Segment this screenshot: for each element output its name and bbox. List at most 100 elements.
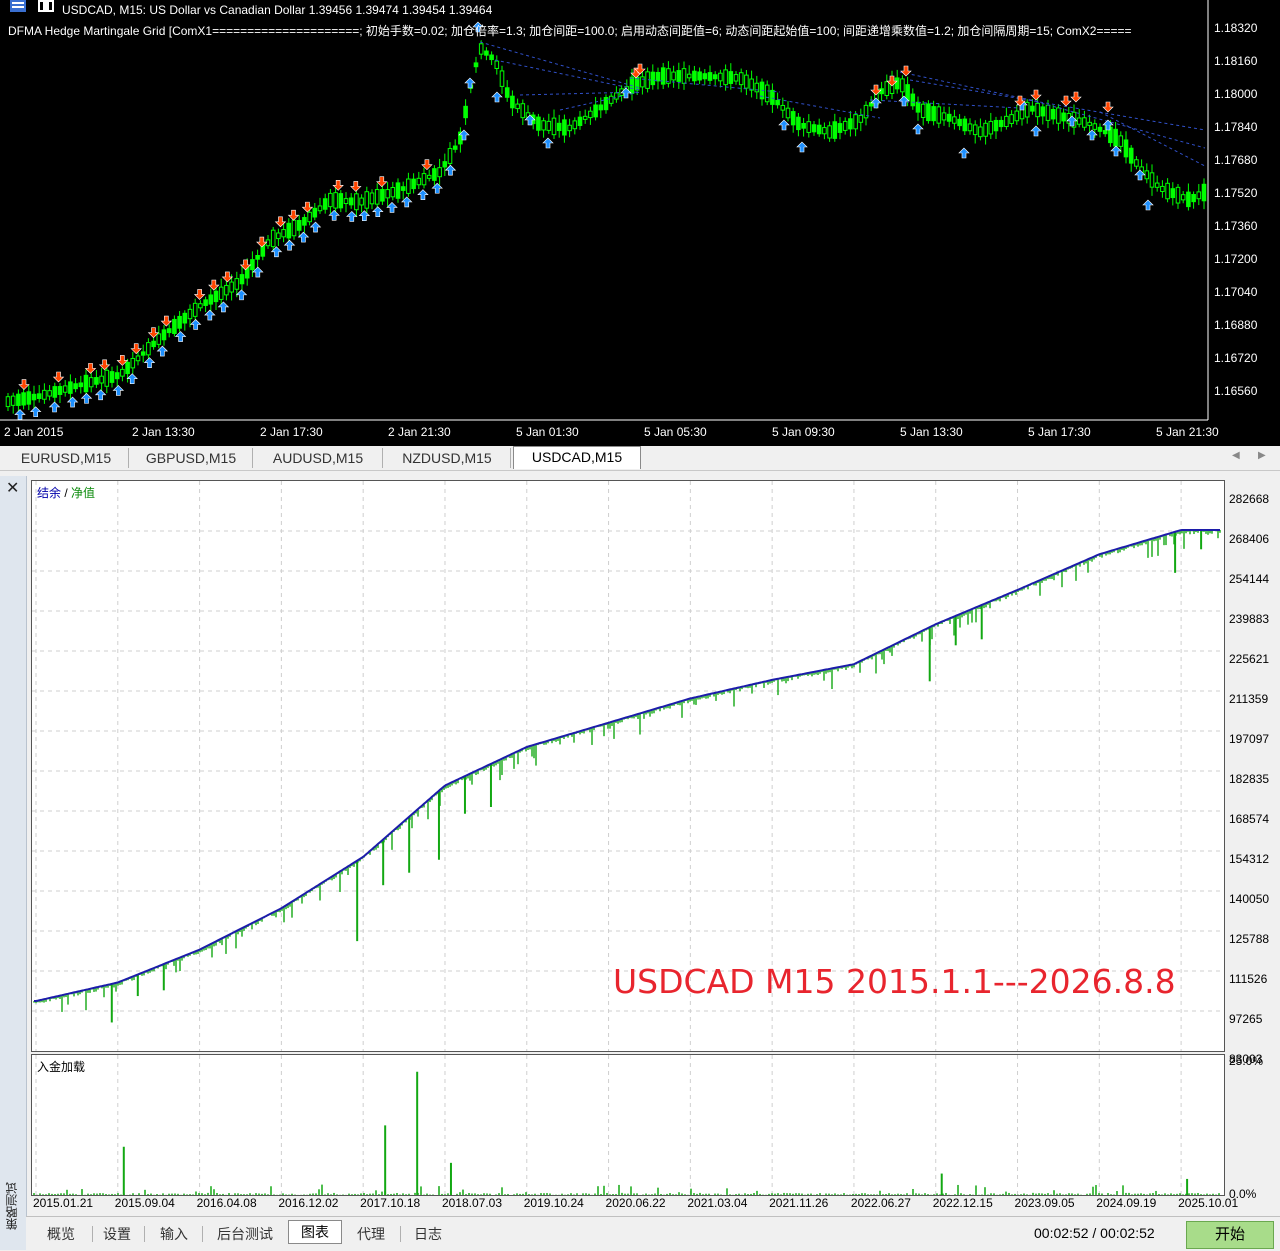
- candle: [1061, 108, 1066, 130]
- candle: [489, 51, 494, 66]
- buy-arrow-icon: [1110, 145, 1122, 157]
- candle: [203, 296, 208, 313]
- candle: [811, 121, 817, 136]
- date-axis-label: 2021.11.26: [769, 1196, 829, 1210]
- tab-journal[interactable]: 日志: [402, 1223, 454, 1245]
- tab-overview[interactable]: 概览: [32, 1223, 90, 1245]
- ea-status-icon[interactable]: [38, 0, 54, 12]
- candle: [359, 194, 364, 213]
- price-chart[interactable]: USDCAD, M15: US Dollar vs Canadian Dolla…: [0, 0, 1280, 446]
- tester-side-strip: ✕ 策略测试: [0, 476, 27, 1250]
- candle: [650, 64, 656, 90]
- candle: [520, 99, 526, 125]
- tab-scroll-left-icon[interactable]: ◀: [1232, 450, 1240, 461]
- close-icon[interactable]: ✕: [6, 478, 19, 498]
- tab-separator: [92, 1226, 93, 1242]
- equity-axis-label: 268406: [1229, 532, 1270, 546]
- tab-inputs[interactable]: 输入: [148, 1223, 200, 1245]
- date-axis-label: 2019.10.24: [523, 1196, 584, 1210]
- candle: [515, 98, 520, 113]
- candle: [114, 365, 120, 387]
- strategy-tester-label: 策略测试: [5, 1182, 19, 1230]
- time-axis-label: 5 Jan 17:30: [1028, 425, 1091, 439]
- price-axis-label: 1.16880: [1214, 318, 1258, 332]
- candle: [198, 300, 203, 312]
- candle: [109, 366, 115, 388]
- sell-arrow-icon: [221, 271, 234, 283]
- sell-arrow-icon: [376, 176, 388, 188]
- candle: [99, 368, 104, 392]
- tab-usdcad[interactable]: USDCAD,M15: [513, 446, 641, 469]
- candle: [946, 106, 952, 128]
- candle: [1128, 145, 1134, 172]
- buy-arrow-icon: [386, 201, 398, 213]
- backtest-caption: USDCAD M15 2015.1.1---2026.8.8: [613, 962, 1176, 1001]
- candle: [988, 112, 994, 140]
- price-axis-label: 1.18000: [1214, 87, 1258, 101]
- tab-audusd[interactable]: AUDUSD,M15: [254, 448, 383, 468]
- candle: [276, 228, 281, 247]
- candle: [130, 351, 136, 374]
- candle: [1009, 110, 1014, 128]
- candle: [36, 385, 42, 403]
- price-axis-label: 1.17200: [1214, 252, 1258, 266]
- legend-separator: /: [61, 486, 72, 500]
- candle: [385, 182, 390, 207]
- sell-arrow-icon: [208, 279, 220, 291]
- tab-nzdusd[interactable]: NZDUSD,M15: [384, 448, 511, 468]
- candle: [1004, 107, 1009, 130]
- price-axis-label: 1.17680: [1214, 153, 1258, 167]
- buy-arrow-icon: [1142, 199, 1154, 211]
- candle: [822, 122, 827, 140]
- tab-gbpusd[interactable]: GBPUSD,M15: [130, 448, 253, 468]
- candle: [1175, 183, 1181, 209]
- equity-axis-label: 168574: [1229, 812, 1270, 826]
- time-axis-label: 5 Jan 05:30: [644, 425, 707, 439]
- candle: [936, 103, 942, 129]
- date-axis-label: 2020.06.22: [605, 1196, 666, 1210]
- buy-arrow-icon: [346, 211, 358, 222]
- candle: [614, 86, 619, 103]
- candle: [842, 117, 848, 135]
- candle: [1050, 105, 1056, 125]
- candle: [140, 344, 146, 363]
- candle: [816, 118, 822, 137]
- candle: [484, 47, 489, 61]
- candle: [47, 384, 52, 401]
- candle: [541, 117, 546, 138]
- candle: [406, 172, 411, 197]
- equity-axis-label: 111526: [1229, 972, 1268, 986]
- start-button[interactable]: 开始: [1186, 1221, 1274, 1249]
- sell-arrow-icon: [1060, 95, 1072, 107]
- candle: [218, 278, 224, 307]
- equity-axis-label: 254144: [1229, 572, 1270, 586]
- candle: [931, 100, 936, 126]
- tab-scroll-right-icon[interactable]: ▶: [1258, 450, 1266, 461]
- candle: [676, 62, 682, 89]
- candle: [463, 99, 468, 125]
- tab-agents[interactable]: 代理: [344, 1223, 398, 1245]
- candle: [192, 298, 198, 322]
- sell-arrow-icon: [421, 159, 433, 171]
- candle: [1040, 103, 1046, 125]
- candle: [421, 167, 427, 189]
- candle: [452, 139, 458, 153]
- chart-menu-icon[interactable]: [10, 0, 26, 12]
- buy-arrow-icon: [778, 119, 790, 131]
- sell-arrow-icon: [256, 236, 268, 248]
- buy-arrow-icon: [174, 331, 187, 342]
- candle: [837, 117, 843, 140]
- date-axis-label: 2016.12.02: [278, 1196, 339, 1210]
- tab-eurusd[interactable]: EURUSD,M15: [4, 448, 129, 468]
- tab-settings[interactable]: 设置: [94, 1223, 140, 1245]
- buy-arrow-icon: [1086, 129, 1098, 141]
- candle: [177, 311, 182, 332]
- candle: [1170, 182, 1176, 206]
- tab-chart[interactable]: 图表: [288, 1220, 342, 1244]
- candle: [681, 61, 687, 90]
- buy-arrow-icon: [309, 221, 322, 233]
- candle: [1045, 99, 1051, 129]
- ea-parameters-header: DFMA Hedge Martingale Grid [ComX1=======…: [8, 24, 1132, 38]
- order-link-line: [869, 99, 1021, 109]
- tab-backtest[interactable]: 后台测试: [206, 1223, 284, 1245]
